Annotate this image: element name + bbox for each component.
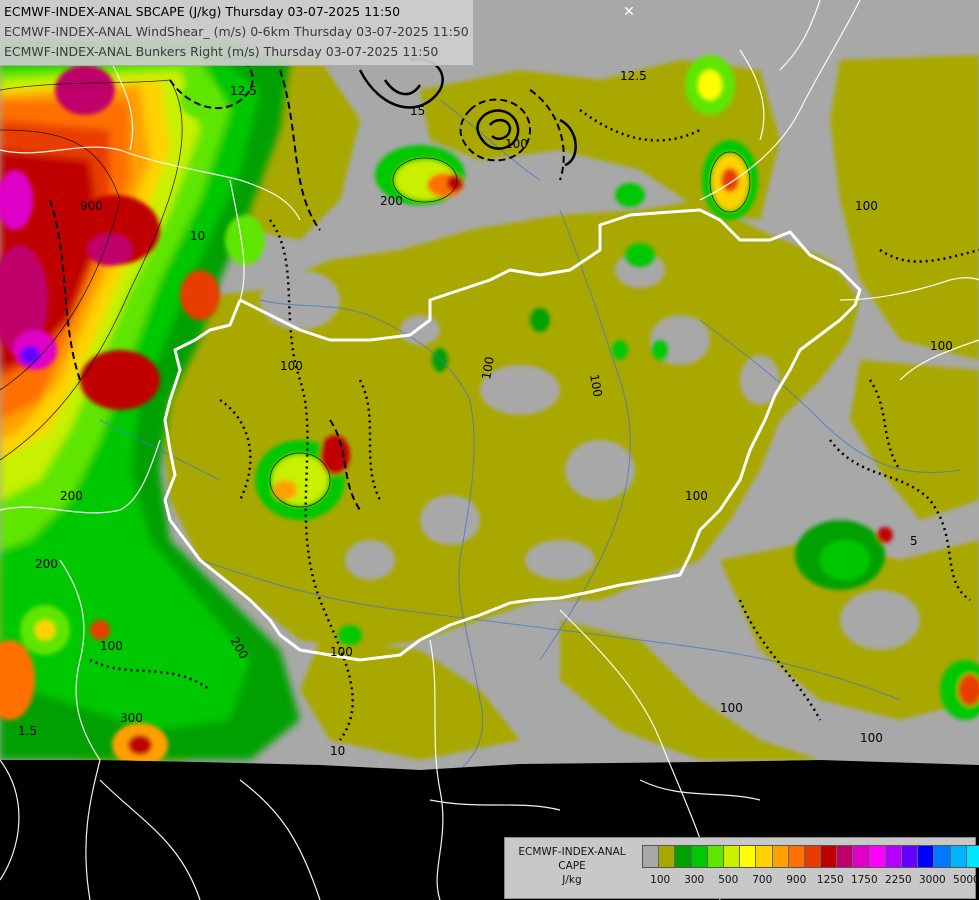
legend-swatch — [723, 846, 741, 867]
contour-label: 200 — [380, 194, 403, 208]
legend-tick-label: 5000 — [953, 874, 979, 886]
legend-tick-label: 100 — [650, 874, 671, 886]
legend-color-scale — [642, 845, 979, 868]
contour-label: 200 — [35, 557, 58, 571]
contour-label: 10 — [190, 229, 205, 243]
legend-swatch — [804, 846, 822, 867]
legend-tick-label: 300 — [684, 874, 705, 886]
close-icon[interactable]: ✕ — [622, 5, 636, 19]
contour-label: 5 — [910, 534, 918, 548]
legend-swatch — [643, 846, 660, 867]
contour-label: 200 — [60, 489, 83, 503]
legend-swatch — [950, 846, 967, 867]
legend-tick-label: 3000 — [918, 874, 946, 886]
contour-label: 100 — [855, 199, 878, 213]
contour-label: 100 — [860, 731, 883, 745]
legend-swatch — [675, 846, 692, 867]
cape-legend: ECMWF-INDEX-ANAL CAPE J/kg 100 300 500 700 9… — [504, 837, 979, 899]
legend-title-variable: CAPE — [558, 860, 586, 872]
weather-map: 100 200 300 900 100 100 100 100 100 100 … — [0, 0, 979, 900]
legend-swatch — [772, 846, 789, 867]
legend-tick-label: 1250 — [816, 874, 844, 886]
header-line-windshear: ECMWF-INDEX-ANAL WindShear_ (m/s) 0-6km … — [4, 24, 469, 39]
contour-label: 100 — [685, 489, 708, 503]
legend-swatch — [740, 846, 757, 867]
legend-swatch — [707, 846, 724, 867]
contour-label: 300 — [120, 711, 143, 725]
legend-title-unit: J/kg — [562, 874, 582, 886]
legend-swatch — [918, 846, 935, 867]
legend-swatch — [659, 846, 676, 867]
legend-swatch — [837, 846, 854, 867]
contour-label: 100 — [505, 137, 528, 151]
contour-label: 1.5 — [18, 724, 37, 738]
legend-tick-label: 900 — [786, 874, 807, 886]
map-header: ECMWF-INDEX-ANAL SBCAPE (J/kg) Thursday … — [0, 0, 474, 66]
legend-swatch — [869, 846, 886, 867]
legend-swatch — [756, 846, 773, 867]
contour-label: 100 — [330, 645, 353, 659]
contour-label: 12.5 — [620, 69, 647, 83]
legend-swatch — [788, 846, 805, 867]
contour-label: 100 — [280, 359, 303, 373]
contour-label: 100 — [720, 701, 743, 715]
legend-swatch — [691, 846, 708, 867]
legend-tick-label: 2250 — [884, 874, 912, 886]
contour-label: 100 — [930, 339, 953, 353]
legend-tick-label: 1750 — [850, 874, 878, 886]
header-line-bunkers: ECMWF-INDEX-ANAL Bunkers Right (m/s) Thu… — [4, 44, 439, 59]
legend-title: ECMWF-INDEX-ANAL CAPE J/kg — [509, 845, 635, 887]
legend-swatch — [966, 846, 979, 867]
contour-label: 15 — [410, 104, 425, 118]
contour-label: 12.5 — [230, 84, 257, 98]
legend-tick-label: 700 — [752, 874, 773, 886]
contour-label: 100 — [100, 639, 123, 653]
legend-swatch — [934, 846, 951, 867]
legend-swatch — [885, 846, 902, 867]
contour-label: 10 — [330, 744, 345, 758]
header-line-sbcape: ECMWF-INDEX-ANAL SBCAPE (J/kg) Thursday … — [4, 4, 401, 19]
legend-swatch — [853, 846, 870, 867]
legend-tick-labels: 100 300 500 700 900 1250 1750 2250 3000 5000 — [642, 874, 979, 888]
legend-tick-label: 500 — [718, 874, 739, 886]
legend-title-source: ECMWF-INDEX-ANAL — [518, 846, 626, 858]
legend-swatch — [902, 846, 919, 867]
legend-swatch — [821, 846, 838, 867]
contour-label: 900 — [80, 199, 103, 213]
